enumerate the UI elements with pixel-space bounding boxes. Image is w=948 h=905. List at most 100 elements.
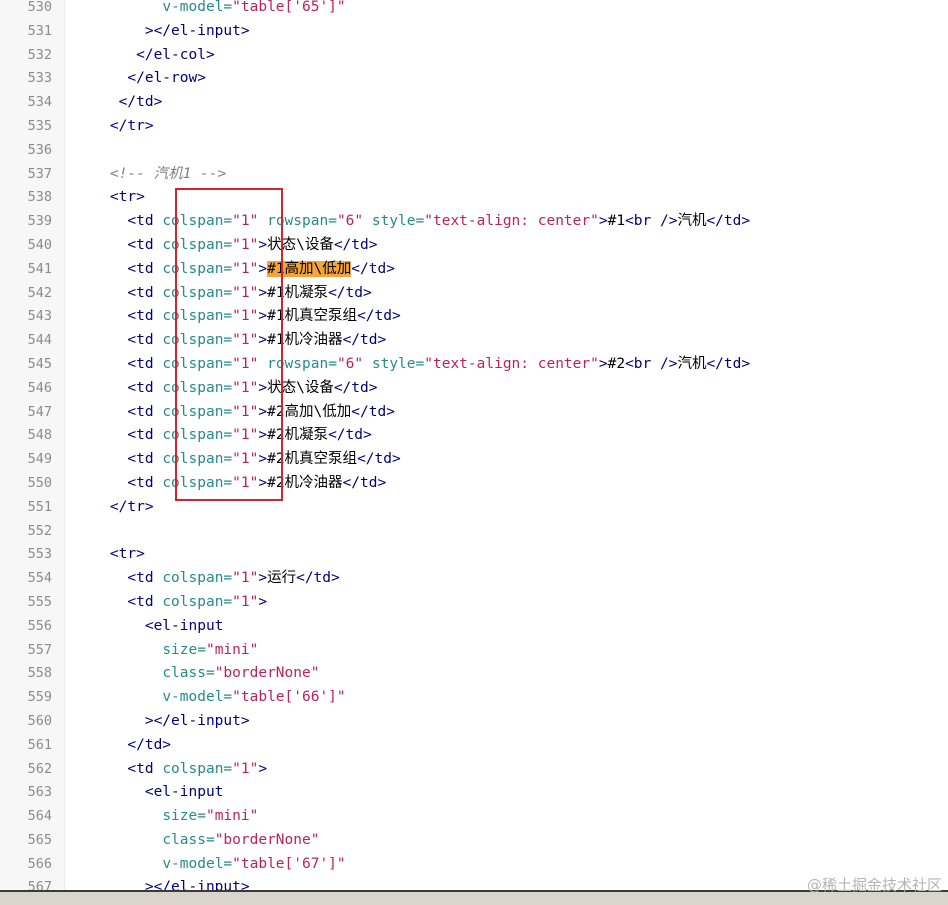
code-token: "1"	[232, 474, 259, 491]
line-number: 557	[27, 641, 52, 658]
line-number: 541	[27, 260, 52, 277]
code-line[interactable]: 566 v-model="table['67']"	[0, 853, 948, 877]
code-token: 汽机	[677, 355, 707, 372]
line-number: 547	[27, 403, 52, 420]
code-line[interactable]: 555 <td colspan="1">	[0, 591, 948, 615]
code-line[interactable]: 540 <td colspan="1">状态\设备</td>	[0, 234, 948, 258]
code-line[interactable]: 556 <el-input	[0, 615, 948, 639]
code-token: rowspan=	[258, 355, 337, 372]
code-token: </tr>	[109, 498, 154, 515]
code-token: "1"	[232, 403, 259, 420]
code-token: <td	[109, 570, 163, 587]
code-line[interactable]: 539 <td colspan="1" rowspan="6" style="t…	[0, 210, 948, 234]
line-code: <td colspan="1" rowspan="6" style="text-…	[75, 353, 750, 377]
code-line[interactable]: 542 <td colspan="1">#1机凝泵</td>	[0, 282, 948, 306]
code-line[interactable]: 551 </tr>	[0, 496, 948, 520]
code-line[interactable]: 560 ></el-input>	[0, 710, 948, 734]
code-token: ></el-input>	[109, 712, 250, 729]
code-line[interactable]: 545 <td colspan="1" rowspan="6" style="t…	[0, 353, 948, 377]
code-line[interactable]: 565 class="borderNone"	[0, 829, 948, 853]
code-token: "table['67']"	[232, 855, 346, 872]
code-line[interactable]: 538 <tr>	[0, 186, 948, 210]
code-token: ></el-input>	[109, 879, 250, 890]
line-number: 536	[27, 141, 52, 158]
code-token: </td>	[296, 570, 340, 587]
code-line[interactable]: 530 v-model="table['65']"	[0, 0, 948, 20]
code-line[interactable]: 550 <td colspan="1">#2机冷油器</td>	[0, 472, 948, 496]
watermark-text: @稀土掘金技术社区	[806, 876, 942, 894]
line-number: 565	[27, 831, 52, 848]
code-token: <br />	[625, 213, 678, 230]
line-number: 554	[27, 570, 52, 587]
code-line[interactable]: 549 <td colspan="1">#2机真空泵组</td>	[0, 448, 948, 472]
code-token: colspan=	[162, 760, 233, 777]
code-token: <tr>	[109, 546, 145, 563]
code-token: v-model=	[162, 0, 233, 15]
code-token: >	[258, 760, 268, 777]
code-token: </tr>	[109, 117, 154, 134]
code-line[interactable]: 541 <td colspan="1">#1高加\低加</td>	[0, 258, 948, 282]
code-token: colspan=	[162, 593, 233, 610]
line-code: <td colspan="1">#2机凝泵</td>	[75, 424, 371, 448]
code-line[interactable]: 567 ></el-input>	[0, 876, 948, 890]
line-code: <tr>	[75, 186, 145, 210]
code-token: "text-align: center"	[424, 213, 599, 230]
code-line[interactable]: 536	[0, 139, 948, 163]
code-line[interactable]: 559 v-model="table['66']"	[0, 686, 948, 710]
code-token: v-model=	[162, 689, 233, 706]
code-line[interactable]: 533 </el-row>	[0, 67, 948, 91]
code-line[interactable]: 558 class="borderNone"	[0, 662, 948, 686]
line-number: 558	[27, 665, 52, 682]
code-line[interactable]: 564 size="mini"	[0, 805, 948, 829]
code-line[interactable]: 534 </td>	[0, 91, 948, 115]
code-token: >	[258, 474, 268, 491]
code-token: "6"	[336, 213, 364, 230]
code-token: >	[598, 213, 608, 230]
code-line[interactable]: 562 <td colspan="1">	[0, 758, 948, 782]
code-line[interactable]: 547 <td colspan="1">#2高加\低加</td>	[0, 401, 948, 425]
line-number: 546	[27, 379, 52, 396]
code-token: <td	[109, 474, 163, 491]
line-number: 544	[27, 332, 52, 349]
code-token: #1	[607, 213, 626, 230]
code-line[interactable]: 544 <td colspan="1">#1机冷油器</td>	[0, 329, 948, 353]
code-line[interactable]: 543 <td colspan="1">#1机真空泵组</td>	[0, 305, 948, 329]
code-token: </td>	[357, 308, 401, 325]
code-line[interactable]: 546 <td colspan="1">状态\设备</td>	[0, 377, 948, 401]
code-line[interactable]: 531 ></el-input>	[0, 20, 948, 44]
code-token: <td	[109, 355, 163, 372]
code-line[interactable]: 535 </tr>	[0, 115, 948, 139]
code-line[interactable]: 553 <tr>	[0, 543, 948, 567]
code-line[interactable]: 561 </td>	[0, 734, 948, 758]
code-line[interactable]: 548 <td colspan="1">#2机凝泵</td>	[0, 424, 948, 448]
code-line[interactable]: 532 </el-col>	[0, 44, 948, 68]
code-token: <td	[109, 593, 163, 610]
code-line[interactable]: 552	[0, 520, 948, 544]
code-line[interactable]: 557 size="mini"	[0, 639, 948, 663]
code-lines[interactable]: 530 v-model="table['65']" 531 ></el-input…	[0, 0, 948, 890]
code-token: </td>	[706, 213, 751, 230]
line-code: v-model="table['67']"	[75, 853, 346, 877]
code-token: colspan=	[162, 474, 233, 491]
code-token: >	[258, 570, 268, 587]
line-code: </tr>	[75, 496, 154, 520]
line-number: 532	[27, 46, 52, 63]
code-token: </el-row>	[109, 70, 206, 87]
code-token: >	[258, 593, 268, 610]
code-token: >	[258, 236, 268, 253]
code-line[interactable]: 563 <el-input	[0, 781, 948, 805]
code-line[interactable]: 537 <!-- 汽机1 -->	[0, 163, 948, 187]
code-token: #1机凝泵	[267, 284, 329, 301]
code-line[interactable]: 554 <td colspan="1">运行</td>	[0, 567, 948, 591]
code-token: <el-input	[109, 617, 224, 634]
line-number: 550	[27, 474, 52, 491]
code-token: </td>	[109, 94, 163, 111]
line-number: 555	[27, 593, 52, 610]
code-token: colspan=	[162, 332, 233, 349]
code-editor[interactable]: 530 v-model="table['65']" 531 ></el-input…	[0, 0, 948, 890]
code-token: "1"	[232, 236, 259, 253]
code-token: ></el-input>	[109, 22, 250, 39]
code-token: >	[258, 332, 268, 349]
